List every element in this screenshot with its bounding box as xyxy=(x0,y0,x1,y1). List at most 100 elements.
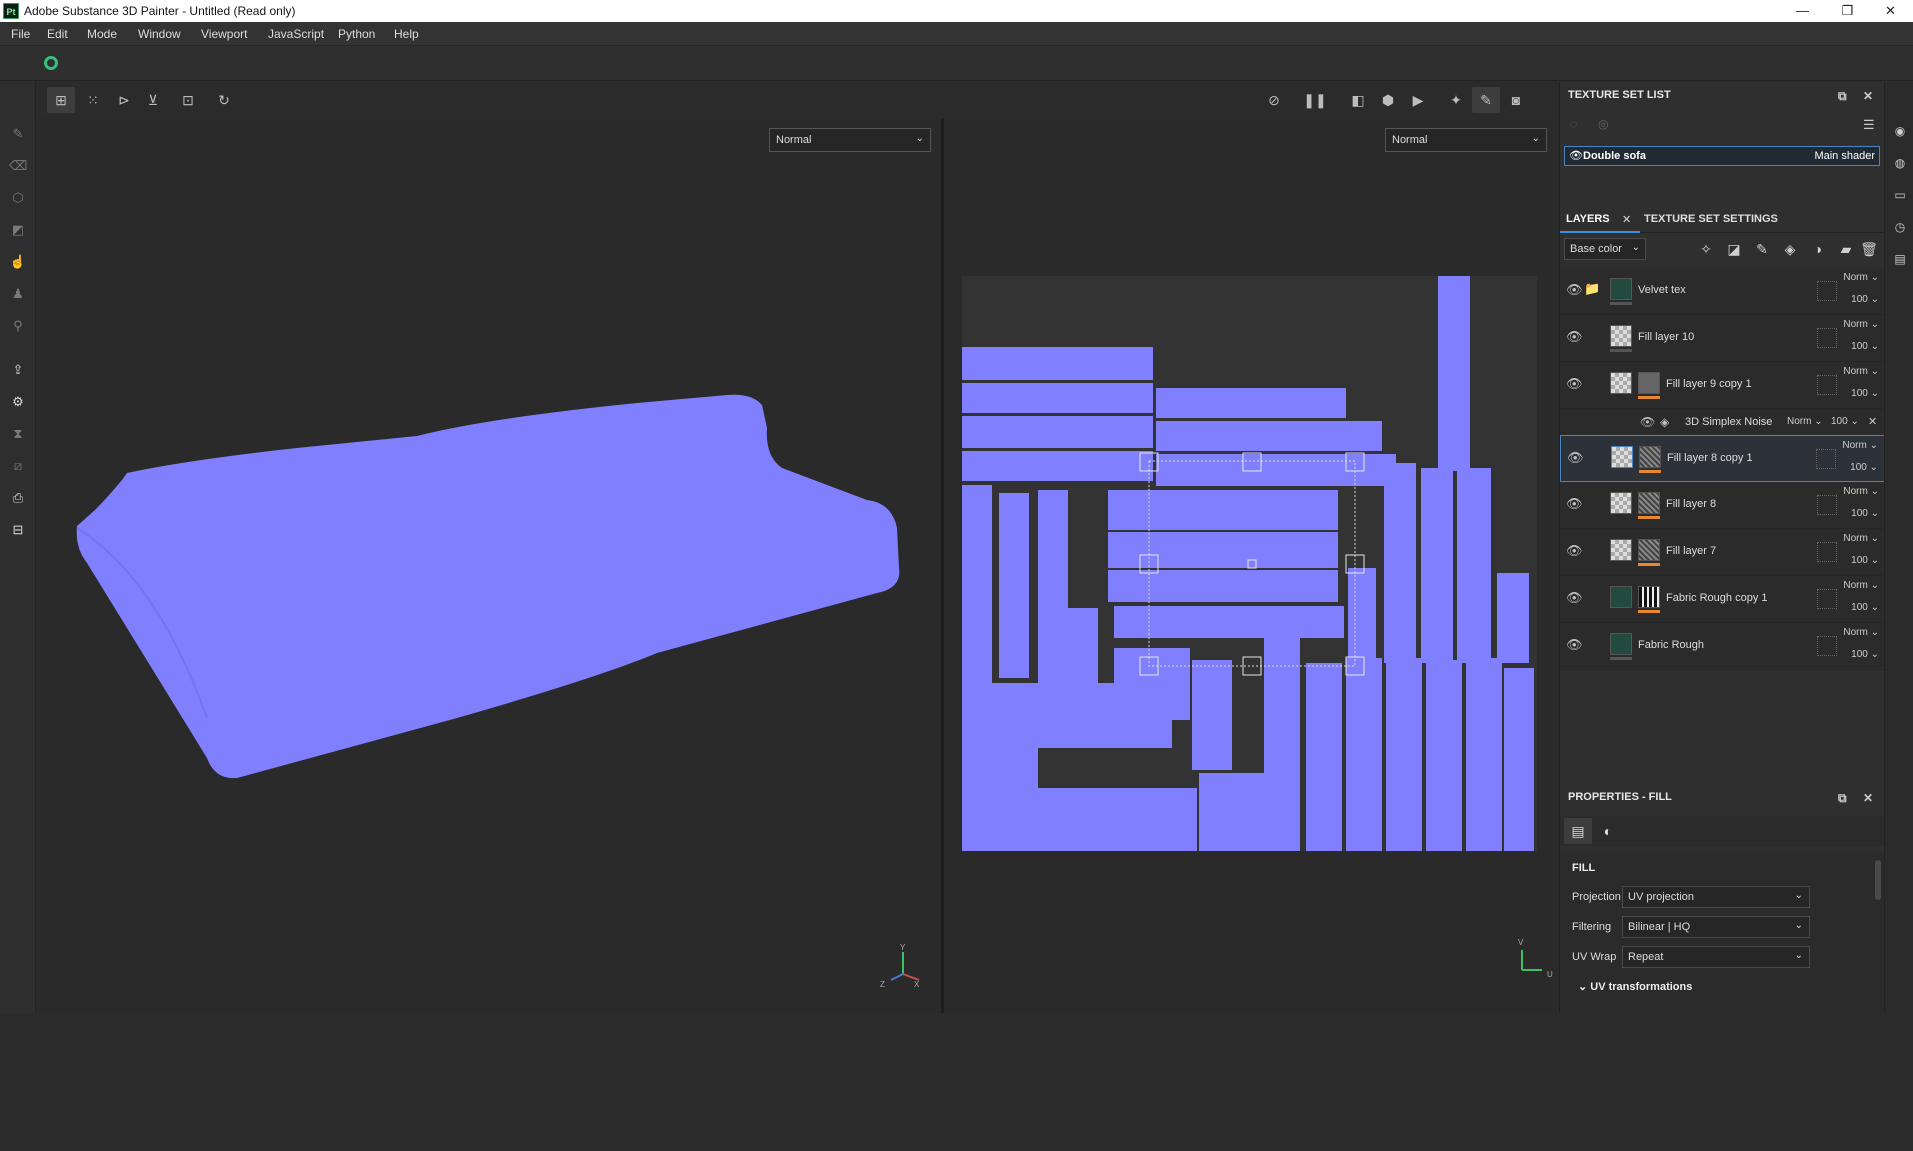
magic-wand-icon[interactable]: ✧ xyxy=(1697,240,1715,258)
fill-properties-icon[interactable]: ▤ xyxy=(1564,818,1592,844)
camera-icon[interactable]: ▶ xyxy=(1404,87,1432,113)
add-effect-icon[interactable]: ◑ xyxy=(1809,240,1827,258)
layer-row[interactable]: 👁 Fill layer 10 Norm ⌄ 100 ⌄ xyxy=(1560,315,1885,362)
history-icon[interactable]: ↻ xyxy=(210,87,238,113)
menu-edit[interactable]: Edit xyxy=(47,27,68,41)
material-properties-icon[interactable]: ◐ xyxy=(1594,818,1622,844)
menu-window[interactable]: Window xyxy=(138,27,181,41)
projection-dropdown[interactable]: UV projection ⌄ xyxy=(1622,886,1810,908)
export-icon[interactable]: ⎙ xyxy=(9,489,27,507)
pause-icon[interactable]: ❚❚ xyxy=(1301,87,1329,113)
add-mask-icon[interactable]: ◪ xyxy=(1725,240,1743,258)
eye-icon[interactable]: 👁 xyxy=(1566,282,1583,298)
layer-blend-mode[interactable]: Norm ⌄ xyxy=(1843,486,1879,497)
symmetry-y-icon[interactable]: ⊻ xyxy=(139,87,167,113)
eye-icon[interactable]: 👁 xyxy=(1566,590,1583,606)
layer-row[interactable]: 👁 📁 Velvet tex Norm ⌄ 100 ⌄ xyxy=(1560,268,1885,315)
eye-icon[interactable]: 👁 xyxy=(1567,450,1584,466)
menu-viewport[interactable]: Viewport xyxy=(201,27,247,41)
uv-grid-icon[interactable]: ⊞ xyxy=(47,87,75,113)
history-panel-icon[interactable]: ◷ xyxy=(1892,220,1908,236)
layer-opacity[interactable]: 100 ⌄ xyxy=(1851,294,1879,305)
symmetry-x-icon[interactable]: ⊳ xyxy=(110,87,138,113)
layer-blend-mode[interactable]: Norm ⌄ xyxy=(1843,533,1879,544)
layer-blend-mode[interactable]: Norm ⌄ xyxy=(1843,319,1879,330)
maximize-button[interactable]: ❐ xyxy=(1825,0,1870,22)
timer-tool-icon[interactable]: ⧗ xyxy=(9,425,27,443)
menu-mode[interactable]: Mode xyxy=(87,27,117,41)
lighting-icon[interactable]: ✦ xyxy=(1442,87,1470,113)
properties-scrollbar[interactable] xyxy=(1875,860,1881,900)
uv-transformations-toggle[interactable]: ⌄ UV transformations xyxy=(1578,980,1692,993)
sync-status-icon[interactable] xyxy=(44,56,58,70)
effect-opacity[interactable]: 100 ⌄ xyxy=(1831,416,1859,427)
tiling-icon[interactable]: ⁙ xyxy=(79,87,107,113)
layer-opacity[interactable]: 100 ⌄ xyxy=(1851,341,1879,352)
layer-opacity[interactable]: 100 ⌄ xyxy=(1851,508,1879,519)
layer-mask-slot[interactable] xyxy=(1816,449,1836,469)
close-button[interactable]: ✕ xyxy=(1868,0,1913,22)
float-panel-icon[interactable]: ⧉ xyxy=(1838,89,1847,104)
viewport-2d[interactable]: Normal ⌄ V U xyxy=(944,118,1559,1013)
tab-layers[interactable]: LAYERS xyxy=(1566,213,1610,225)
layer-row[interactable]: 👁 Fabric Rough copy 1 Norm ⌄ 100 ⌄ xyxy=(1560,576,1885,623)
layer-row-selected[interactable]: 👁 Fill layer 8 copy 1 Norm ⌄ 100 ⌄ xyxy=(1560,435,1885,482)
minimize-button[interactable]: — xyxy=(1780,0,1825,22)
remove-effect-icon[interactable]: ✕ xyxy=(1868,415,1877,428)
eye-icon[interactable]: 👁 xyxy=(1566,496,1583,512)
layer-mask-slot[interactable] xyxy=(1817,542,1837,562)
color-picker-tool-icon[interactable]: ⚲ xyxy=(9,317,27,335)
eye-icon[interactable]: 👁 xyxy=(1566,637,1583,653)
layer-opacity[interactable]: 100 ⌄ xyxy=(1851,555,1879,566)
display-mode-icon[interactable]: ⬢ xyxy=(1374,87,1402,113)
bake-tool-icon[interactable]: ⇪ xyxy=(9,361,27,379)
log-icon[interactable]: ▤ xyxy=(1892,252,1908,268)
material-picker-icon[interactable]: ⚙ xyxy=(9,393,27,411)
layer-blend-mode[interactable]: Norm ⌄ xyxy=(1842,440,1878,451)
eye-icon[interactable]: 👁 xyxy=(1566,543,1583,559)
layer-opacity[interactable]: 100 ⌄ xyxy=(1851,388,1879,399)
add-folder-icon[interactable]: ▰ xyxy=(1837,240,1855,258)
menu-file[interactable]: File xyxy=(11,27,30,41)
layer-row[interactable]: 👁 Fill layer 8 Norm ⌄ 100 ⌄ xyxy=(1560,482,1885,529)
layer-mask-slot[interactable] xyxy=(1817,636,1837,656)
close-tab-icon[interactable]: ✕ xyxy=(1622,213,1631,226)
close-panel-icon[interactable]: ✕ xyxy=(1863,89,1873,103)
layer-mask-slot[interactable] xyxy=(1817,589,1837,609)
paint-brush-tool-icon[interactable]: ✎ xyxy=(9,125,27,143)
hide-overlay-icon[interactable]: ⊘ xyxy=(1260,87,1288,113)
clone-tool-icon[interactable]: ♟ xyxy=(9,285,27,303)
eraser-tool-icon[interactable]: ⌫ xyxy=(9,157,27,175)
menu-help[interactable]: Help xyxy=(394,27,419,41)
layer-row[interactable]: 👁 Fabric Rough Norm ⌄ 100 ⌄ xyxy=(1560,623,1885,670)
layer-blend-mode[interactable]: Norm ⌄ xyxy=(1843,272,1879,283)
add-paint-layer-icon[interactable]: ✎ xyxy=(1753,240,1771,258)
layer-blend-mode[interactable]: Norm ⌄ xyxy=(1843,580,1879,591)
add-fill-layer-icon[interactable]: ◈ xyxy=(1781,240,1799,258)
menu-python[interactable]: Python xyxy=(338,27,375,41)
eye-icon[interactable]: 👁 xyxy=(1640,415,1655,429)
presets-icon[interactable]: ⊟ xyxy=(9,521,27,539)
effect-row[interactable]: 👁 ◈ 3D Simplex Noise Norm ⌄ 100 ⌄ ✕ xyxy=(1560,409,1885,435)
layer-mask-slot[interactable] xyxy=(1817,328,1837,348)
layer-opacity[interactable]: 100 ⌄ xyxy=(1851,602,1879,613)
projection-tool-icon[interactable]: ⬡ xyxy=(9,189,27,207)
layer-mask-slot[interactable] xyxy=(1817,495,1837,515)
menu-icon[interactable]: ☰ xyxy=(1863,117,1875,133)
layer-mask-slot[interactable] xyxy=(1817,375,1837,395)
channel-dropdown[interactable]: Base color ⌄ xyxy=(1564,238,1646,260)
layer-blend-mode[interactable]: Norm ⌄ xyxy=(1843,366,1879,377)
filtering-dropdown[interactable]: Bilinear | HQ ⌄ xyxy=(1622,916,1810,938)
layer-opacity[interactable]: 100 ⌄ xyxy=(1851,649,1879,660)
float-panel-icon[interactable]: ⧉ xyxy=(1838,791,1847,806)
layer-opacity[interactable]: 100 ⌄ xyxy=(1850,462,1878,473)
texture-set-icon[interactable]: ▭ xyxy=(1892,188,1908,204)
display-settings-icon[interactable]: ◉ xyxy=(1892,124,1908,140)
delete-layer-icon[interactable]: 🗑 xyxy=(1860,240,1878,258)
polygon-fill-tool-icon[interactable]: ◩ xyxy=(9,221,27,239)
viewport-3d[interactable]: Normal ⌄ Y X Z xyxy=(37,118,941,1013)
effect-blend-mode[interactable]: Norm ⌄ xyxy=(1787,416,1823,427)
eye-icon[interactable]: 👁 xyxy=(1569,149,1583,162)
eye-icon[interactable]: ◎ xyxy=(1598,117,1608,131)
tab-texture-set-settings[interactable]: TEXTURE SET SETTINGS xyxy=(1644,213,1778,225)
